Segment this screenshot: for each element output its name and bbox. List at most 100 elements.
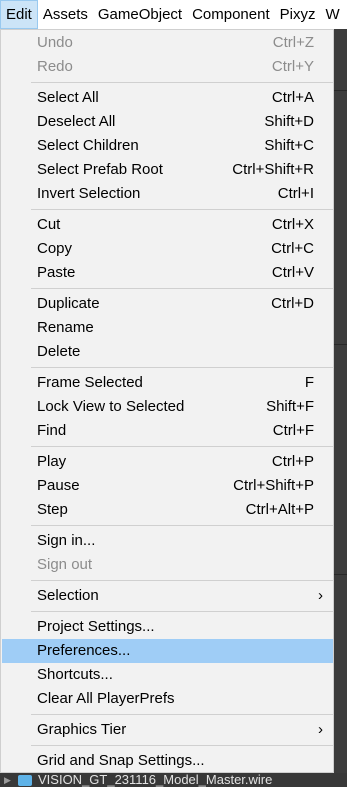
menu-item-sign-out: Sign out [2,553,333,577]
menu-item-shortcut: Shift+C [264,137,314,154]
menu-separator [31,446,333,447]
menu-item-sign-in[interactable]: Sign in... [2,529,333,553]
menu-separator [31,745,333,746]
menu-item-duplicate[interactable]: Duplicate Ctrl+D [2,292,333,316]
menu-item-label: Deselect All [37,113,116,130]
menu-item-shortcut: Shift+F [266,398,314,415]
menu-item-select-children[interactable]: Select Children Shift+C [2,134,333,158]
menu-item-label: Copy [37,240,73,257]
expand-triangle-icon[interactable]: ▶ [4,773,11,787]
menu-separator [31,714,333,715]
menu-item-label: Selection [37,587,99,604]
menu-item-lock-view-to-selected[interactable]: Lock View to Selected Shift+F [2,395,333,419]
menu-item-shortcut: Ctrl+D [271,295,314,312]
menu-item-label: Delete [37,343,81,360]
editor-background-strip [334,29,347,773]
menu-item-label: Select Children [37,137,139,154]
menu-item-invert-selection[interactable]: Invert Selection Ctrl+I [2,182,333,206]
menu-item-label: Duplicate [37,295,100,312]
menu-item-select-prefab-root[interactable]: Select Prefab Root Ctrl+Shift+R [2,158,333,182]
menu-item-label: Find [37,422,67,439]
menu-item-delete[interactable]: Delete [2,340,333,364]
menu-item-label: Select Prefab Root [37,161,163,178]
menu-item-rename[interactable]: Rename [2,316,333,340]
menu-item-shortcut: Ctrl+A [271,89,314,106]
menu-separator [31,580,333,581]
menu-item-cut[interactable]: Cut Ctrl+X [2,213,333,237]
submenu-chevron-icon: › [318,587,323,604]
menu-item-step[interactable]: Step Ctrl+Alt+P [2,498,333,522]
menu-item-find[interactable]: Find Ctrl+F [2,419,333,443]
menu-item-label: Undo [37,34,73,51]
menu-item-shortcut: Ctrl+Y [271,58,314,75]
menu-separator [31,611,333,612]
menu-item-label: Cut [37,216,61,233]
menu-separator [31,209,333,210]
hierarchy-item-name: VISION_GT_231116_Model_Master.wire [38,773,273,787]
menu-item-label: Redo [37,58,73,75]
hierarchy-row[interactable]: ▶ VISION_GT_231116_Model_Master.wire [0,773,347,787]
menu-item-label: Sign in... [37,532,96,549]
menu-item-play[interactable]: Play Ctrl+P [2,450,333,474]
menu-item-preferences[interactable]: Preferences... [2,639,333,663]
gameobject-cube-icon [18,775,32,786]
menu-item-label: Play [37,453,67,470]
menu-item-grid-and-snap-settings[interactable]: Grid and Snap Settings... [2,749,333,773]
submenu-chevron-icon: › [318,721,323,738]
menu-item-label: Preferences... [37,642,131,659]
menu-separator [31,288,333,289]
menu-item-label: Pause [37,477,80,494]
menu-item-frame-selected[interactable]: Frame Selected F [2,371,333,395]
menu-item-label: Frame Selected [37,374,143,391]
menu-item-label: Shortcuts... [37,666,113,683]
menu-item-label: Grid and Snap Settings... [37,752,205,769]
menu-item-label: Sign out [37,556,93,573]
menu-item-selection[interactable]: Selection › [2,584,333,608]
menu-gameobject[interactable]: GameObject [93,0,187,29]
menu-pixyz[interactable]: Pixyz [275,0,321,29]
menu-item-project-settings[interactable]: Project Settings... [2,615,333,639]
menu-item-shortcut: Ctrl+Alt+P [245,501,314,518]
menu-item-label: Select All [37,89,99,106]
menu-item-shortcut: Ctrl+P [271,453,314,470]
menu-item-shortcut: Ctrl+Shift+P [233,477,314,494]
menu-item-label: Lock View to Selected [37,398,185,415]
menu-item-redo: Redo Ctrl+Y [2,55,333,79]
menu-item-label: Project Settings... [37,618,155,635]
menu-item-shortcut: F [304,374,314,391]
menu-item-copy[interactable]: Copy Ctrl+C [2,237,333,261]
menu-item-shortcut: Ctrl+Z [272,34,314,51]
menu-edit[interactable]: Edit [0,0,38,29]
menu-item-paste[interactable]: Paste Ctrl+V [2,261,333,285]
editor-divider [334,344,347,345]
menu-assets[interactable]: Assets [38,0,93,29]
menu-component[interactable]: Component [187,0,275,29]
menu-bar: Edit Assets GameObject Component Pixyz W [0,0,347,30]
menu-item-shortcut: Ctrl+F [272,422,314,439]
menu-separator [31,367,333,368]
menu-item-clear-all-playerprefs[interactable]: Clear All PlayerPrefs [2,687,333,711]
menu-item-shortcut: Ctrl+C [271,240,314,257]
menu-item-shortcuts[interactable]: Shortcuts... [2,663,333,687]
menu-item-shortcut: Shift+D [264,113,314,130]
menu-separator [31,82,333,83]
menu-item-label: Clear All PlayerPrefs [37,690,175,707]
menu-item-shortcut: Ctrl+V [271,264,314,281]
menu-item-shortcut: Ctrl+I [277,185,314,202]
menu-item-deselect-all[interactable]: Deselect All Shift+D [2,110,333,134]
menu-item-select-all[interactable]: Select All Ctrl+A [2,86,333,110]
menu-item-label: Step [37,501,68,518]
menu-item-label: Graphics Tier [37,721,127,738]
menu-item-undo: Undo Ctrl+Z [2,31,333,55]
menu-window[interactable]: W [320,0,344,29]
menu-item-shortcut: Ctrl+Shift+R [232,161,314,178]
menu-item-shortcut: Ctrl+X [271,216,314,233]
menu-item-label: Paste [37,264,76,281]
menu-item-label: Invert Selection [37,185,141,202]
edit-dropdown-menu: Undo Ctrl+Z Redo Ctrl+Y Select All Ctrl+A Dese… [0,29,334,773]
editor-divider [334,90,347,91]
menu-separator [31,525,333,526]
editor-divider [334,574,347,575]
menu-item-graphics-tier[interactable]: Graphics Tier › [2,718,333,742]
menu-item-pause[interactable]: Pause Ctrl+Shift+P [2,474,333,498]
